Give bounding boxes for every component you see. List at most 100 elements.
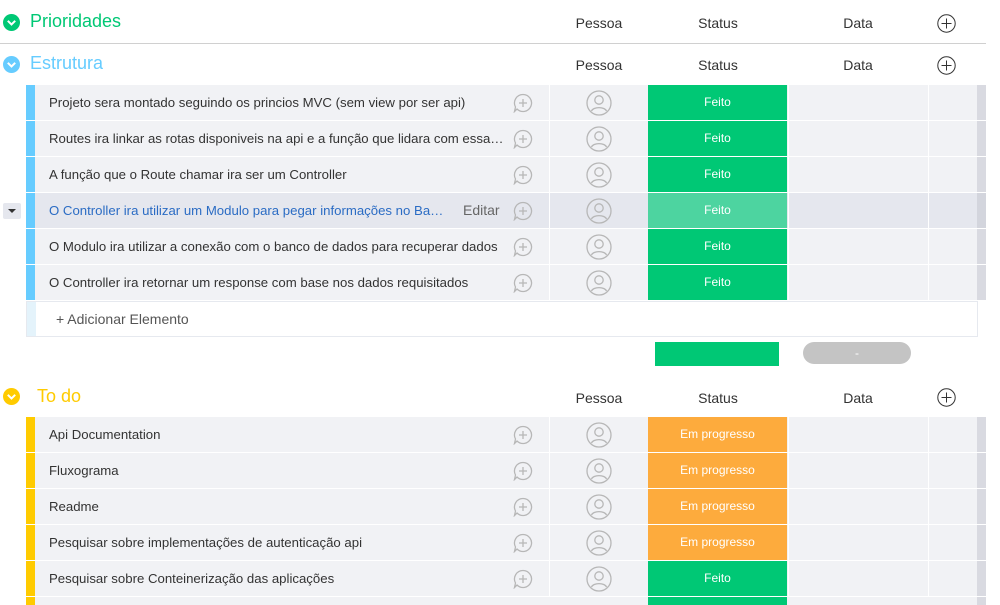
add-update-icon[interactable] <box>513 129 533 150</box>
date-cell[interactable] <box>788 229 928 264</box>
person-cell[interactable] <box>549 121 648 156</box>
status-label: Feito <box>704 239 731 253</box>
status-label: Em progresso <box>680 427 755 441</box>
add-column-icon[interactable] <box>937 388 956 407</box>
add-item-row[interactable]: + Adicionar Elemento <box>26 301 978 337</box>
person-cell[interactable] <box>549 561 648 596</box>
person-cell[interactable] <box>549 453 648 488</box>
item-name[interactable]: Readme <box>49 489 99 524</box>
status-cell[interactable]: Feito <box>648 157 787 192</box>
add-update-icon[interactable] <box>513 165 533 186</box>
row-right-edge <box>977 85 986 120</box>
status-cell[interactable]: Feito <box>648 193 787 228</box>
status-cell[interactable]: Feito <box>648 229 787 264</box>
date-cell[interactable] <box>788 453 928 488</box>
avatar-icon <box>586 234 612 260</box>
column-header-status: Status <box>698 15 738 31</box>
person-cell[interactable] <box>549 85 648 120</box>
item-name[interactable]: Routes ira linkar as rotas disponiveis n… <box>49 121 504 156</box>
add-item-label[interactable]: + Adicionar Elemento <box>56 302 189 336</box>
date-cell[interactable] <box>788 121 928 156</box>
person-cell[interactable] <box>549 157 648 192</box>
table-row[interactable]: A função que o Route chamar ira ser um C… <box>26 157 986 192</box>
add-update-icon[interactable] <box>513 273 533 294</box>
table-row[interactable]: Pesquisar sobre Conteinerização das apli… <box>26 561 986 596</box>
table-row[interactable]: Routes ira linkar as rotas disponiveis n… <box>26 121 986 156</box>
date-cell[interactable] <box>788 157 928 192</box>
status-label: Em progresso <box>680 499 755 513</box>
row-menu-toggle-icon[interactable] <box>3 203 21 219</box>
column-header-date: Data <box>843 15 873 31</box>
date-summary-pill: - <box>803 342 911 364</box>
add-update-icon[interactable] <box>513 569 533 590</box>
collapse-toggle-icon[interactable] <box>3 56 20 73</box>
group-title[interactable]: To do <box>37 386 81 407</box>
status-label: Feito <box>704 167 731 181</box>
add-update-icon[interactable] <box>513 461 533 482</box>
table-row[interactable]: O Controller ira retornar um response co… <box>26 265 986 300</box>
date-cell[interactable] <box>788 561 928 596</box>
table-row[interactable]: Projeto sera montado seguindo os princio… <box>26 85 986 120</box>
date-cell[interactable] <box>788 417 928 452</box>
row-color-bar <box>26 157 35 192</box>
add-update-icon[interactable] <box>513 201 533 222</box>
person-cell[interactable] <box>549 525 648 560</box>
status-cell[interactable]: Em progresso <box>648 417 787 452</box>
person-cell[interactable] <box>549 193 648 228</box>
add-column-icon[interactable] <box>937 56 956 75</box>
status-label: Feito <box>704 203 731 217</box>
date-cell[interactable] <box>788 193 928 228</box>
status-cell[interactable]: Feito <box>648 265 787 300</box>
column-header-date: Data <box>843 390 873 406</box>
item-name[interactable]: Pesquisar sobre Conteinerização das apli… <box>49 561 334 596</box>
add-update-icon[interactable] <box>513 237 533 258</box>
add-column-icon[interactable] <box>937 14 956 33</box>
date-cell[interactable] <box>788 525 928 560</box>
row-color-bar <box>26 85 35 120</box>
table-row[interactable]: O Modulo ira utilizar a conexão com o ba… <box>26 229 986 264</box>
status-cell[interactable]: Em progresso <box>648 453 787 488</box>
item-name[interactable]: Projeto sera montado seguindo os princio… <box>49 85 465 120</box>
collapse-toggle-icon[interactable] <box>3 388 20 405</box>
row-end-cell <box>928 525 978 560</box>
table-row[interactable]: Api Documentation Em progresso <box>26 417 986 452</box>
row-right-edge <box>977 417 986 452</box>
date-cell[interactable] <box>788 489 928 524</box>
add-update-icon[interactable] <box>513 93 533 114</box>
item-name[interactable]: O Controller ira utilizar um Modulo para… <box>49 193 444 228</box>
row-end-cell <box>928 85 978 120</box>
status-summary-bar <box>655 342 779 366</box>
status-cell[interactable]: Feito <box>648 121 787 156</box>
status-cell[interactable]: Em progresso <box>648 489 787 524</box>
add-update-icon[interactable] <box>513 497 533 518</box>
edit-button[interactable]: Editar <box>463 193 500 228</box>
item-name[interactable]: O Controller ira retornar um response co… <box>49 265 468 300</box>
table-row[interactable]: O Controller ira utilizar um Modulo para… <box>26 193 986 228</box>
add-update-icon[interactable] <box>513 533 533 554</box>
item-name[interactable]: Fluxograma <box>49 453 119 488</box>
group-title[interactable]: Prioridades <box>30 11 121 32</box>
row-color-bar <box>26 121 35 156</box>
collapse-toggle-icon[interactable] <box>3 14 20 31</box>
row-end-cell <box>928 265 978 300</box>
date-cell[interactable] <box>788 85 928 120</box>
item-name[interactable]: A função que o Route chamar ira ser um C… <box>49 157 347 192</box>
table-row[interactable]: Pesquisar sobre implementações de autent… <box>26 525 986 560</box>
person-cell[interactable] <box>549 265 648 300</box>
person-cell[interactable] <box>549 417 648 452</box>
item-name[interactable]: Api Documentation <box>49 417 160 452</box>
row-end-cell <box>928 157 978 192</box>
group-title[interactable]: Estrutura <box>30 53 103 74</box>
row-color-bar <box>26 229 35 264</box>
table-row[interactable]: Readme Em progresso <box>26 489 986 524</box>
item-name[interactable]: Pesquisar sobre implementações de autent… <box>49 525 362 560</box>
item-name[interactable]: O Modulo ira utilizar a conexão com o ba… <box>49 229 498 264</box>
add-update-icon[interactable] <box>513 425 533 446</box>
status-cell[interactable]: Feito <box>648 85 787 120</box>
date-cell[interactable] <box>788 265 928 300</box>
person-cell[interactable] <box>549 489 648 524</box>
table-row[interactable]: Fluxograma Em progresso <box>26 453 986 488</box>
status-cell[interactable]: Em progresso <box>648 525 787 560</box>
person-cell[interactable] <box>549 229 648 264</box>
status-cell[interactable]: Feito <box>648 561 787 596</box>
